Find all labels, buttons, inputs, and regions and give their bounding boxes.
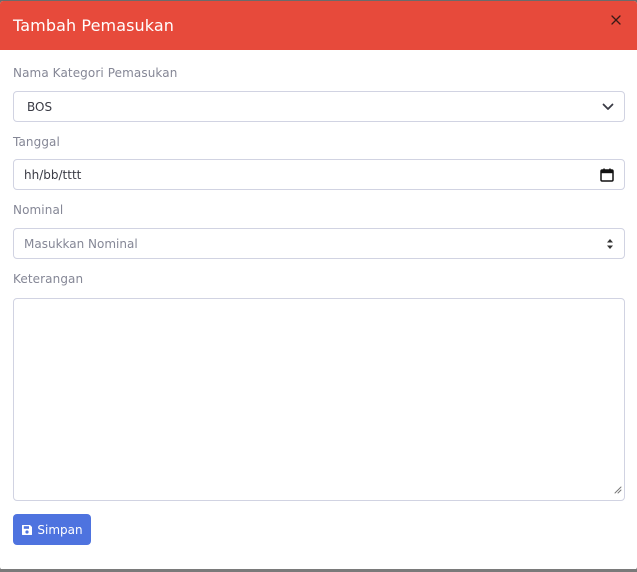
nominal-placeholder: Masukkan Nominal	[24, 236, 138, 251]
spinner-icon[interactable]	[606, 237, 614, 251]
notes-textarea[interactable]	[13, 298, 625, 501]
nominal-input[interactable]: Masukkan Nominal	[13, 228, 625, 259]
category-label: Nama Kategori Pemasukan	[13, 66, 178, 80]
modal-header: Tambah Pemasukan	[0, 1, 637, 50]
save-button-label: Simpan	[37, 522, 83, 537]
modal-title: Tambah Pemasukan	[13, 16, 175, 35]
save-icon	[22, 524, 33, 535]
nominal-label: Nominal	[13, 203, 64, 217]
save-button[interactable]: Simpan	[13, 514, 91, 545]
category-selected-value: BOS	[27, 99, 53, 114]
date-input[interactable]: hh/bb/tttt	[13, 159, 625, 190]
category-select[interactable]: BOS	[13, 91, 625, 122]
date-label: Tanggal	[13, 135, 60, 149]
calendar-icon[interactable]	[600, 168, 614, 182]
close-button[interactable]	[611, 15, 625, 29]
close-icon	[611, 15, 621, 25]
date-value: hh/bb/tttt	[24, 167, 82, 182]
chevron-down-icon	[602, 103, 614, 111]
modal-dialog: Tambah Pemasukan Nama Kategori Pemasukan…	[0, 1, 637, 570]
notes-label: Keterangan	[13, 272, 84, 286]
resize-grip-icon[interactable]	[614, 479, 622, 498]
